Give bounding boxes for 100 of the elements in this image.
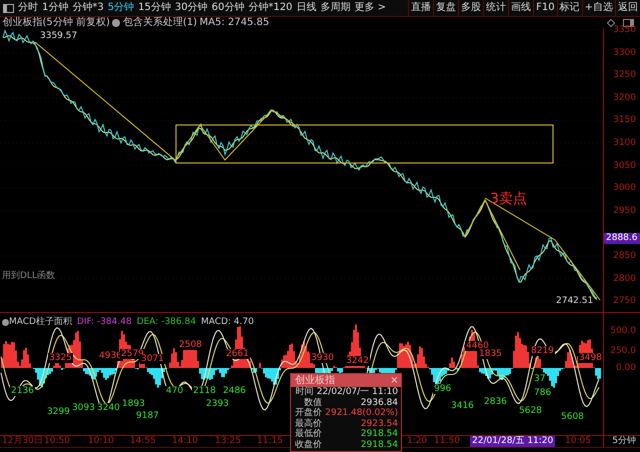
macd-bar-value: 2118 [192, 386, 217, 396]
chart-title: 创业板指(5分钟 前复权) [2, 17, 110, 28]
period-tab[interactable]: 多周期 [318, 0, 352, 16]
macd-bar-value: 1835 [478, 349, 503, 359]
axis-label: 2850 [613, 251, 636, 261]
toolbar-button[interactable]: 标记 [556, 0, 582, 16]
macd-bar-value: 3240 [96, 403, 121, 413]
toolbar-button[interactable]: 画线 [508, 0, 534, 16]
indicator-value: DEA: -386.84 [136, 317, 196, 328]
period-tab[interactable]: 60分钟 [210, 0, 246, 16]
macd-bar-value: 3093 [71, 403, 96, 413]
current-price-tag: 2888.6 [604, 233, 640, 244]
indicator-name: 包含关系处理(1) [122, 17, 198, 28]
macd-bar-value: 9187 [135, 411, 160, 421]
period-tab[interactable]: 5分钟 [106, 0, 136, 16]
settings-icon[interactable] [112, 18, 120, 26]
toolbar-button[interactable]: +自选 [582, 0, 615, 16]
macd-bar-value: 786 [533, 388, 552, 398]
period-tab[interactable]: 分时 [16, 0, 40, 16]
macd-bar-value: 3498 [578, 353, 603, 363]
axis-label: 3100 [613, 138, 636, 148]
time-label: 11:50 [434, 436, 460, 447]
time-label: 10:50 [44, 436, 70, 447]
axis-label: 2800 [613, 274, 636, 284]
axis-label: 0.00 [616, 363, 636, 373]
field-label: 最低价 [294, 429, 322, 440]
period-tab[interactable]: 日线 [294, 0, 318, 16]
toolbar-button[interactable]: 直播 [408, 0, 434, 16]
time-label: 14:10 [172, 436, 198, 447]
toolbar-button[interactable]: 复盘 [433, 0, 458, 16]
settings-icon[interactable] [2, 319, 9, 326]
time-label: 14:55 [130, 436, 156, 447]
macd-bar-value: 37 [533, 374, 546, 384]
axis-label: 3200 [613, 92, 636, 103]
macd-bar-value: 2836 [483, 397, 508, 407]
dll-note: 用到DLL函数 [2, 271, 55, 282]
axis-label: 2950 [613, 206, 636, 216]
axis-label: 3150 [613, 115, 636, 126]
field-value: 2936.84 [360, 398, 398, 408]
macd-bar-value: 2508 [178, 340, 203, 350]
field-label: 开盘价 [294, 408, 322, 418]
macd-bar-value: 3930 [310, 353, 335, 363]
toolbar-button[interactable]: F10 [533, 0, 557, 16]
macd-bar-value: 3299 [46, 407, 71, 417]
macd-bar-value: 1893 [121, 399, 146, 409]
axis-label: 500.0 [610, 326, 636, 336]
field-value: 2918.54 [360, 440, 398, 451]
time-label: 12月30日 [2, 436, 43, 447]
macd-bar-value: 2661 [225, 349, 250, 359]
field-label: 最高价 [294, 418, 322, 429]
field-label: 数值 [304, 398, 322, 408]
macd-bar-value: 2136 [10, 386, 35, 396]
axis-label: 3000 [613, 183, 636, 194]
macd-bar-value: 470 [165, 386, 184, 396]
macd-bar-value: 3242 [345, 356, 370, 366]
more-menu[interactable]: 更多 > [352, 0, 388, 16]
period-tab[interactable]: 分钟*120 [246, 0, 294, 16]
cursor-time-tag: 22/01/28/五 11:20 [470, 436, 556, 447]
sell-point-annotation: 3卖点 [490, 191, 527, 207]
indicator-name: MACD柱子面积 [9, 317, 72, 328]
macd-bar-value: 5608 [560, 412, 585, 422]
indicator-value: DIF: -384.48 [76, 317, 132, 328]
axis-label: 3350 [613, 25, 636, 35]
macd-bar-value: 3071 [140, 354, 165, 364]
field-value: 22/02/07/一 11:10 [316, 387, 398, 398]
period-tab[interactable]: 30分钟 [172, 0, 210, 16]
field-label: 收盘价 [294, 440, 322, 451]
axis-label: 3300 [613, 48, 636, 58]
field-value: 2923.54 [360, 418, 398, 429]
toolbar-button[interactable]: 多股 [458, 0, 484, 16]
macd-bar-value: 8219 [530, 346, 555, 356]
macd-bar-value: 2393 [205, 399, 230, 409]
field-value: 2921.48(0.02%) [325, 408, 398, 419]
macd-bar-value: 2486 [222, 386, 247, 396]
macd-bar-value: 5628 [518, 406, 543, 416]
layout-icon[interactable] [2, 4, 14, 12]
axis-label: 2750 [613, 296, 636, 306]
period-tab[interactable]: 15分钟 [136, 0, 173, 16]
period-tab[interactable]: 1分钟 [40, 0, 70, 16]
period-tab[interactable]: 分钟*3 [70, 0, 106, 16]
ma-value: MA5: 2745.85 [200, 17, 270, 28]
time-label: 10:10 [88, 436, 114, 447]
axis-label: 250.0 [610, 346, 636, 356]
time-label: 11:15 [257, 436, 283, 447]
time-label: 1:20 [407, 436, 428, 447]
macd-bar-value: 3416 [450, 401, 475, 411]
macd-bar-value: 3325 [48, 353, 73, 363]
axis-label: 3050 [613, 160, 636, 171]
field-value: 2918.54 [360, 429, 398, 440]
popup-title: 创业板指 [295, 374, 335, 386]
axis-label: 3250 [613, 70, 636, 80]
toolbar-button[interactable]: 统计 [483, 0, 508, 16]
high-price-label: 3359.57 [40, 31, 78, 42]
field-label: 时间 [294, 387, 314, 398]
time-label: 10:05 [565, 436, 591, 447]
toolbar-button[interactable]: 返回 [615, 0, 640, 16]
macd-bar-value: 996 [433, 384, 452, 394]
indicator-value: MACD: 4.70 [200, 317, 254, 328]
period-label: 5分钟 [612, 436, 636, 447]
panel-icon[interactable] [622, 18, 634, 26]
